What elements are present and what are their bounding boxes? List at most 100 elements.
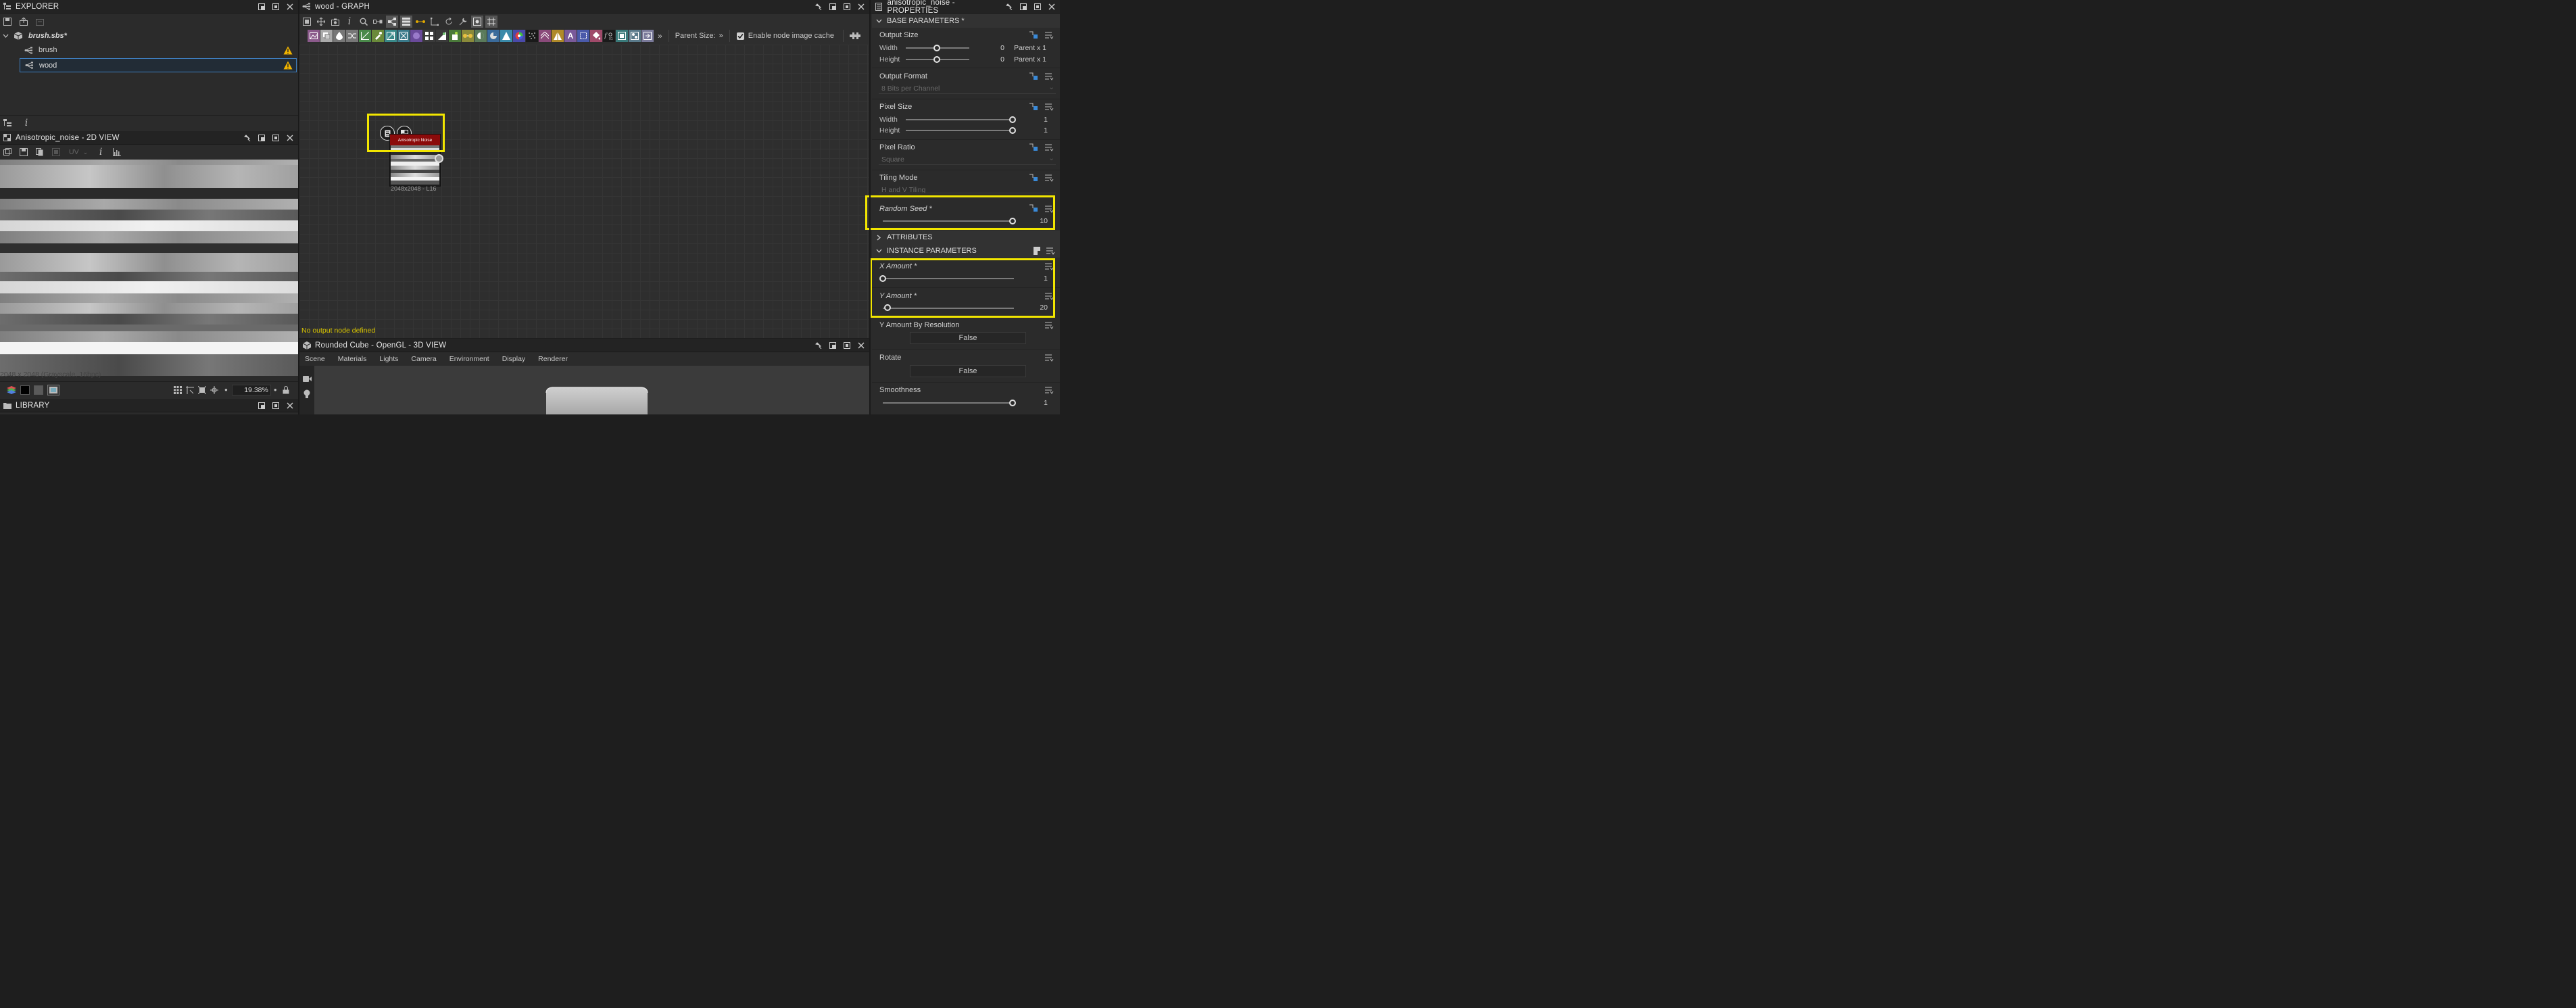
view3d-viewport[interactable]: [314, 366, 869, 414]
close-icon[interactable]: [285, 1, 295, 12]
fill-node-icon[interactable]: [590, 30, 602, 42]
parameter-menu-icon[interactable]: [1045, 103, 1054, 112]
float-icon[interactable]: [256, 400, 267, 411]
pixel-width-knob[interactable]: [1009, 116, 1016, 123]
tools-icon[interactable]: [457, 16, 469, 28]
package-row[interactable]: brush.sbs*: [0, 29, 298, 43]
pixel-width-value[interactable]: 1: [1021, 116, 1048, 124]
chevron-right-icon[interactable]: [876, 235, 882, 241]
base-parameters-section[interactable]: BASE PARAMETERS *: [872, 14, 1060, 28]
grid-snap-icon[interactable]: [485, 16, 497, 28]
checker-bg-swatch[interactable]: [47, 384, 59, 395]
tiling-icon[interactable]: [184, 384, 196, 396]
lock-icon[interactable]: [280, 384, 292, 396]
y-amount-slider[interactable]: [883, 308, 1014, 309]
output-format-dropdown[interactable]: 8 Bits per Channel ⌄: [879, 83, 1056, 94]
node-output-port[interactable]: [435, 154, 443, 163]
parent-size-label[interactable]: Parent Size:: [675, 32, 716, 40]
grid-node-icon[interactable]: [423, 30, 435, 42]
random-seed-value[interactable]: 10: [1021, 217, 1048, 225]
copy-icon[interactable]: [34, 146, 46, 158]
close-icon[interactable]: [1046, 1, 1057, 12]
curve-node-icon[interactable]: [359, 30, 371, 42]
compare-icon[interactable]: [50, 146, 62, 158]
text-node-icon[interactable]: A: [564, 30, 577, 42]
link-parameter-icon[interactable]: [1029, 203, 1038, 213]
parameter-menu-icon[interactable]: [1045, 174, 1054, 183]
pixel-height-value[interactable]: 1: [1021, 126, 1048, 135]
parameter-menu-icon[interactable]: [1045, 262, 1054, 272]
maximize-icon[interactable]: [1032, 1, 1043, 12]
more-chevron-icon[interactable]: »: [658, 31, 662, 41]
chevron-down-icon[interactable]: [876, 248, 882, 254]
layout-icon[interactable]: [386, 16, 398, 28]
light-bulb-icon[interactable]: [301, 387, 313, 400]
close-icon[interactable]: [856, 340, 867, 351]
attributes-section[interactable]: ATTRIBUTES: [872, 231, 1060, 244]
link-parameter-icon[interactable]: [1029, 30, 1038, 40]
parent-size-chevron-icon[interactable]: »: [719, 32, 723, 40]
x-amount-slider[interactable]: [883, 278, 1014, 279]
link-parameter-icon[interactable]: [1029, 173, 1038, 183]
chevron-down-icon[interactable]: [876, 18, 882, 24]
transform-node-icon[interactable]: [385, 30, 397, 42]
shuffle-node-icon[interactable]: [346, 30, 358, 42]
y-amount-value[interactable]: 20: [1021, 304, 1048, 312]
maximize-icon[interactable]: [270, 400, 281, 411]
histogram-icon[interactable]: [111, 146, 123, 158]
pixel-height-knob[interactable]: [1009, 127, 1016, 134]
pixel-height-slider[interactable]: [906, 130, 1014, 131]
pixel-processor-icon[interactable]: [462, 30, 474, 42]
x-amount-value[interactable]: 1: [1021, 274, 1048, 283]
maximize-icon[interactable]: [270, 1, 281, 12]
pan-icon[interactable]: [315, 16, 327, 28]
histogram-node-icon[interactable]: [500, 30, 512, 42]
expand-chevron-icon[interactable]: [3, 33, 11, 39]
rotate-toggle[interactable]: False: [910, 365, 1026, 377]
explorer-item-brush[interactable]: brush: [0, 43, 298, 57]
pin-icon[interactable]: [813, 1, 824, 12]
gradient-node-icon[interactable]: [410, 30, 422, 42]
menu-environment[interactable]: Environment: [449, 355, 489, 363]
float-icon[interactable]: [827, 340, 838, 351]
channels-icon[interactable]: [5, 384, 18, 396]
random-seed-slider[interactable]: [883, 220, 1014, 222]
graph-settings-icon[interactable]: [849, 30, 861, 42]
link-nodes-icon[interactable]: [372, 16, 384, 28]
color-wheel-icon[interactable]: [513, 30, 525, 42]
output-width-knob[interactable]: [933, 45, 940, 51]
fit-icon[interactable]: [196, 384, 208, 396]
search-icon[interactable]: [358, 16, 370, 28]
pin-icon[interactable]: [242, 133, 253, 143]
publish-icon[interactable]: [34, 16, 46, 28]
function-node-icon[interactable]: f 01: [603, 30, 615, 42]
layers-icon[interactable]: [1, 146, 14, 158]
frame-all-icon[interactable]: [301, 16, 313, 28]
anisotropic-noise-node[interactable]: Anisotropic Noise: [389, 134, 441, 187]
fx-node-icon[interactable]: [449, 30, 461, 42]
black-bg-swatch[interactable]: [20, 385, 30, 395]
explorer-item-wood[interactable]: wood: [20, 58, 297, 72]
parameter-menu-icon[interactable]: [1045, 31, 1054, 41]
output-width-parent[interactable]: Parent x 1: [1007, 44, 1046, 52]
dot-node-icon[interactable]: [429, 16, 441, 28]
output-height-parent[interactable]: Parent x 1: [1007, 55, 1046, 64]
link-parameter-icon[interactable]: [1029, 102, 1038, 112]
levels-node-icon[interactable]: [475, 30, 487, 42]
output-height-knob[interactable]: [933, 56, 940, 63]
float-icon[interactable]: [256, 1, 267, 12]
hsl-node-icon[interactable]: [487, 30, 500, 42]
float-icon[interactable]: [256, 133, 267, 143]
parameter-menu-icon[interactable]: [1045, 321, 1054, 331]
smoothness-knob[interactable]: [1009, 400, 1016, 406]
menu-display[interactable]: Display: [502, 355, 525, 363]
maximize-icon[interactable]: [842, 340, 852, 351]
save-image-icon[interactable]: [18, 146, 30, 158]
smoothness-slider[interactable]: [883, 402, 1014, 404]
instance-parameters-section[interactable]: INSTANCE PARAMETERS: [872, 244, 1060, 258]
cache-checkbox[interactable]: [736, 32, 744, 40]
smoothness-value[interactable]: 1: [1021, 399, 1048, 407]
close-icon[interactable]: [856, 1, 867, 12]
texture-preview[interactable]: [0, 160, 298, 376]
blend-node-icon[interactable]: [333, 30, 345, 42]
